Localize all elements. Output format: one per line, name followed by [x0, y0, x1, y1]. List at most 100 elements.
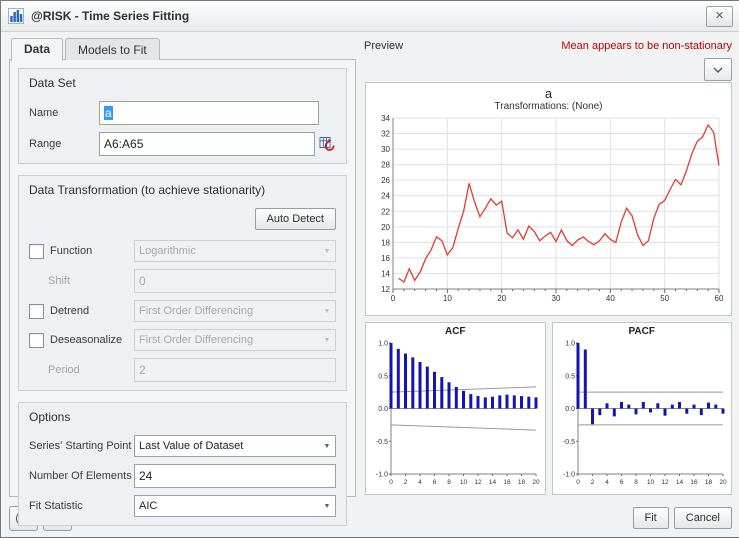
svg-text:0.0: 0.0	[379, 406, 389, 413]
window-title: @RISK - Time Series Fitting	[31, 9, 189, 23]
range-input[interactable]	[99, 132, 315, 156]
time-series-plot: 1214161820222426283032340102030405060	[369, 113, 729, 307]
detrend-checkbox[interactable]	[29, 304, 44, 319]
chart-subtitle: Transformations: (None)	[366, 101, 731, 113]
svg-text:14: 14	[381, 269, 390, 278]
period-label: Period	[48, 364, 134, 376]
svg-text:10: 10	[647, 479, 655, 486]
name-label: Name	[29, 107, 99, 119]
tab-data[interactable]: Data	[11, 38, 63, 61]
svg-text:10: 10	[442, 294, 451, 303]
svg-text:30: 30	[381, 145, 390, 154]
range-label: Range	[29, 138, 99, 150]
shift-label: Shift	[48, 275, 134, 287]
range-picker-button[interactable]	[319, 136, 336, 153]
correlogram-row: ACF 1.00.50.0-0.5-1.002468101214161820 P…	[365, 322, 732, 495]
deseasonalize-label: Deseasonalize	[50, 334, 122, 346]
function-checkbox[interactable]	[29, 244, 44, 259]
preview-chart: a Transformations: (None) 12141618202224…	[365, 82, 732, 316]
nonstationary-warning: Mean appears to be non-stationary	[561, 40, 732, 52]
svg-text:14: 14	[489, 479, 497, 486]
chart-options-dropdown[interactable]	[704, 58, 732, 81]
chevron-down-icon: ▼	[319, 503, 335, 510]
svg-text:24: 24	[381, 192, 390, 201]
svg-text:20: 20	[533, 479, 541, 486]
svg-text:30: 30	[551, 294, 560, 303]
svg-text:12: 12	[381, 285, 390, 294]
cancel-button[interactable]: Cancel	[674, 507, 732, 529]
app-icon	[8, 8, 24, 24]
data-transformation-title: Data Transformation (to achieve stationa…	[29, 183, 336, 197]
name-input[interactable]: a	[99, 101, 319, 125]
svg-text:-0.5: -0.5	[563, 439, 575, 446]
svg-text:26: 26	[381, 176, 390, 185]
svg-text:0.5: 0.5	[379, 373, 389, 380]
auto-detect-button[interactable]: Auto Detect	[255, 208, 336, 230]
svg-text:0: 0	[389, 479, 393, 486]
range-picker-icon	[319, 136, 336, 153]
chevron-down-icon: ▼	[319, 443, 335, 450]
left-column: Data Models to Fit Data Set Name a Range	[9, 38, 356, 497]
svg-text:18: 18	[518, 479, 526, 486]
chevron-down-icon: ▼	[319, 308, 335, 315]
deseasonalize-checkbox[interactable]	[29, 333, 44, 348]
svg-text:40: 40	[605, 294, 614, 303]
pacf-title: PACF	[553, 324, 732, 339]
deseasonalize-select: First Order Differencing ▼	[134, 329, 336, 351]
svg-text:8: 8	[634, 479, 638, 486]
shift-input: 0	[134, 269, 336, 293]
svg-text:0: 0	[390, 294, 395, 303]
svg-text:16: 16	[381, 254, 390, 263]
svg-text:10: 10	[460, 479, 468, 486]
svg-text:1.0: 1.0	[565, 341, 575, 348]
svg-text:18: 18	[705, 479, 713, 486]
options-group: Options Series' Starting Point Last Valu…	[18, 402, 347, 526]
svg-text:2: 2	[590, 479, 594, 486]
svg-text:20: 20	[381, 223, 390, 232]
data-set-group: Data Set Name a Range	[18, 68, 347, 164]
pacf-chart: PACF 1.00.50.0-0.5-1.002468101214161820	[552, 322, 733, 495]
preview-column: Preview Mean appears to be non-stationar…	[364, 38, 732, 497]
detrend-select: First Order Differencing ▼	[134, 300, 336, 322]
close-icon: ✕	[715, 11, 724, 22]
svg-text:0: 0	[576, 479, 580, 486]
svg-text:22: 22	[381, 207, 390, 216]
tab-strip: Data Models to Fit	[9, 38, 356, 60]
time-series-fitting-dialog: @RISK - Time Series Fitting ✕ Data Model…	[0, 0, 739, 538]
fit-statistic-label: Fit Statistic	[29, 500, 134, 512]
elements-label: Number Of Elements	[29, 470, 134, 482]
elements-input[interactable]	[134, 464, 336, 488]
acf-chart: ACF 1.00.50.0-0.5-1.002468101214161820	[365, 322, 546, 495]
svg-text:32: 32	[381, 130, 390, 139]
svg-text:28: 28	[381, 161, 390, 170]
svg-text:18: 18	[381, 238, 390, 247]
tab-models-to-fit[interactable]: Models to Fit	[65, 38, 160, 60]
svg-text:16: 16	[504, 479, 512, 486]
svg-text:20: 20	[719, 479, 727, 486]
fit-statistic-select[interactable]: AIC ▼	[134, 495, 336, 517]
starting-point-label: Series' Starting Point	[29, 440, 134, 452]
svg-text:4: 4	[418, 479, 422, 486]
fit-button[interactable]: Fit	[633, 507, 669, 529]
starting-point-select[interactable]: Last Value of Dataset ▼	[134, 435, 336, 457]
svg-text:0.0: 0.0	[565, 406, 575, 413]
svg-text:12: 12	[475, 479, 483, 486]
svg-text:20: 20	[497, 294, 506, 303]
svg-text:-1.0: -1.0	[376, 472, 388, 479]
close-button[interactable]: ✕	[706, 6, 733, 27]
svg-text:8: 8	[447, 479, 451, 486]
chevron-down-icon	[713, 67, 723, 73]
data-tab-panel: Data Set Name a Range	[9, 59, 356, 497]
titlebar[interactable]: @RISK - Time Series Fitting ✕	[1, 1, 739, 32]
acf-title: ACF	[366, 324, 545, 339]
pacf-plot: 1.00.50.0-0.5-1.002468101214161820	[554, 339, 730, 489]
function-label: Function	[50, 245, 92, 257]
data-transformation-group: Data Transformation (to achieve stationa…	[18, 175, 347, 391]
preview-label: Preview	[364, 40, 403, 52]
svg-text:50: 50	[660, 294, 669, 303]
svg-text:34: 34	[381, 114, 390, 123]
svg-text:-0.5: -0.5	[376, 439, 388, 446]
detrend-label: Detrend	[50, 305, 89, 317]
options-title: Options	[29, 410, 336, 424]
name-value: a	[104, 106, 113, 120]
